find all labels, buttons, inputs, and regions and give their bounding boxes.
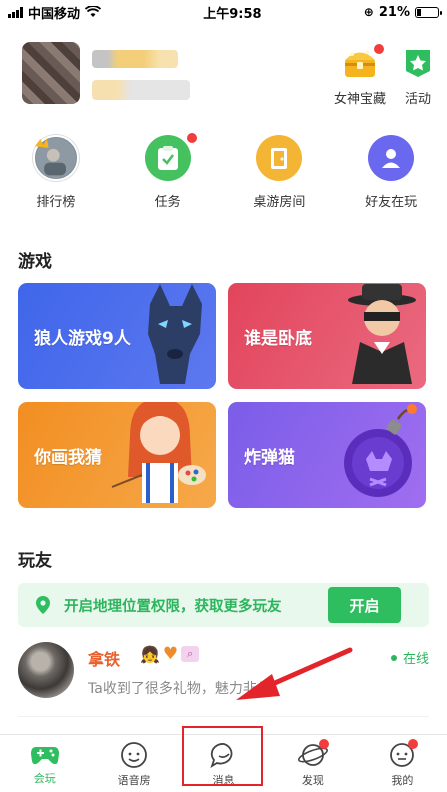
battery-icon bbox=[414, 6, 442, 18]
app-screen: 中国移动 上午9:58 ⊕ 21% 女神宝藏 活动 排行榜 任务 桌游房间 好友… bbox=[0, 0, 447, 792]
activity-label: 活动 bbox=[404, 92, 431, 107]
bomb-icon bbox=[336, 402, 420, 508]
location-permission-banner: 开启地理位置权限，获取更多玩友 开启 bbox=[18, 583, 429, 627]
orange-heart-icon: ♥ bbox=[162, 644, 179, 664]
orientation-lock-icon: ⊕ bbox=[363, 5, 374, 19]
quick-task[interactable]: 任务 bbox=[112, 133, 224, 215]
quick-board-room[interactable]: 桌游房间 bbox=[224, 135, 336, 215]
painter-girl-icon bbox=[110, 402, 210, 508]
activity-button[interactable]: 活动 bbox=[398, 44, 438, 107]
user-avatar[interactable] bbox=[22, 42, 80, 104]
status-bar: 中国移动 上午9:58 ⊕ 21% bbox=[0, 0, 447, 24]
game-card-undercover[interactable]: 谁是卧底 bbox=[228, 283, 426, 389]
location-pin-icon bbox=[36, 596, 50, 614]
online-status: 在线 bbox=[390, 648, 429, 667]
annotation-highlight-box bbox=[182, 726, 263, 786]
online-label: 在线 bbox=[402, 652, 429, 667]
status-right: ⊕ 21% bbox=[363, 4, 442, 20]
game-title: 狼人游戏9人 bbox=[34, 328, 131, 349]
battery-level bbox=[416, 8, 422, 16]
enable-location-button[interactable]: 开启 bbox=[328, 587, 401, 623]
star-flag-icon bbox=[398, 44, 438, 82]
friend-description: Ta收到了很多礼物，魅力非凡 bbox=[88, 681, 271, 697]
game-card-draw-guess[interactable]: 你画我猜 bbox=[18, 402, 216, 508]
online-dot-icon bbox=[390, 654, 397, 661]
girl-emoji-icon: 👧 bbox=[140, 644, 160, 664]
friend-badges: 👧 ♥ ⌕ bbox=[140, 644, 200, 664]
battery-percent: 21% bbox=[378, 4, 410, 20]
treasure-red-dot bbox=[374, 44, 384, 54]
user-info-blurred bbox=[92, 80, 190, 100]
discover-red-dot bbox=[318, 739, 329, 749]
search-badge-icon: ⌕ bbox=[181, 646, 200, 662]
tab-label: 我的 bbox=[391, 774, 414, 787]
games-section-title: 游戏 bbox=[18, 252, 52, 272]
quick-friends-playing[interactable]: 好友在玩 bbox=[335, 135, 447, 215]
friend-name: 拿铁 bbox=[88, 650, 121, 669]
location-banner-text: 开启地理位置权限，获取更多玩友 bbox=[64, 598, 282, 615]
task-clipboard-icon bbox=[144, 133, 197, 181]
quick-rank[interactable]: 排行榜 bbox=[0, 135, 112, 215]
door-icon bbox=[256, 135, 303, 181]
task-red-dot bbox=[186, 133, 197, 143]
friends-section-title: 玩友 bbox=[18, 551, 52, 571]
wolf-icon bbox=[140, 284, 210, 389]
game-title: 谁是卧底 bbox=[244, 328, 312, 349]
treasure-chest-icon bbox=[340, 44, 384, 82]
quick-entry-row: 排行榜 任务 桌游房间 好友在玩 bbox=[0, 133, 447, 215]
rank-crown-icon bbox=[32, 135, 79, 181]
tab-label: 会玩 bbox=[33, 772, 56, 785]
signal-icon bbox=[8, 6, 23, 18]
spy-icon bbox=[344, 283, 420, 389]
friend-avatar[interactable] bbox=[18, 642, 74, 698]
game-card-werewolf[interactable]: 狼人游戏9人 bbox=[18, 283, 216, 389]
quick-label: 任务 bbox=[154, 195, 181, 210]
tab-mine[interactable]: 我的 bbox=[358, 735, 447, 792]
friend-person-icon bbox=[368, 135, 415, 181]
quick-label: 桌游房间 bbox=[253, 195, 306, 210]
status-left: 中国移动 bbox=[8, 3, 102, 22]
treasure-label: 女神宝藏 bbox=[334, 92, 387, 107]
carrier-label: 中国移动 bbox=[28, 6, 81, 22]
gamepad-icon bbox=[30, 747, 59, 765]
friend-list-item[interactable]: 拿铁 👧 ♥ ⌕ 在线 Ta收到了很多礼物，魅力非凡 bbox=[18, 640, 429, 706]
quick-label: 好友在玩 bbox=[365, 195, 418, 210]
profile-header: 女神宝藏 活动 bbox=[22, 42, 432, 112]
game-title: 你画我猜 bbox=[34, 447, 102, 468]
quick-label: 排行榜 bbox=[36, 195, 76, 210]
game-title: 炸弹猫 bbox=[244, 447, 295, 468]
tab-discover[interactable]: 发现 bbox=[268, 735, 357, 792]
tab-voice-room[interactable]: 语音房 bbox=[89, 735, 178, 792]
treasure-button[interactable]: 女神宝藏 bbox=[334, 44, 386, 107]
wifi-icon bbox=[85, 6, 102, 17]
tab-huiwan[interactable]: 会玩 bbox=[0, 735, 89, 792]
tab-label: 发现 bbox=[301, 774, 324, 787]
game-card-bomb-cat[interactable]: 炸弹猫 bbox=[228, 402, 426, 508]
voice-room-icon bbox=[121, 742, 148, 768]
tab-label: 语音房 bbox=[117, 774, 151, 787]
username-blurred bbox=[92, 50, 178, 68]
clock: 上午9:58 bbox=[203, 6, 262, 22]
